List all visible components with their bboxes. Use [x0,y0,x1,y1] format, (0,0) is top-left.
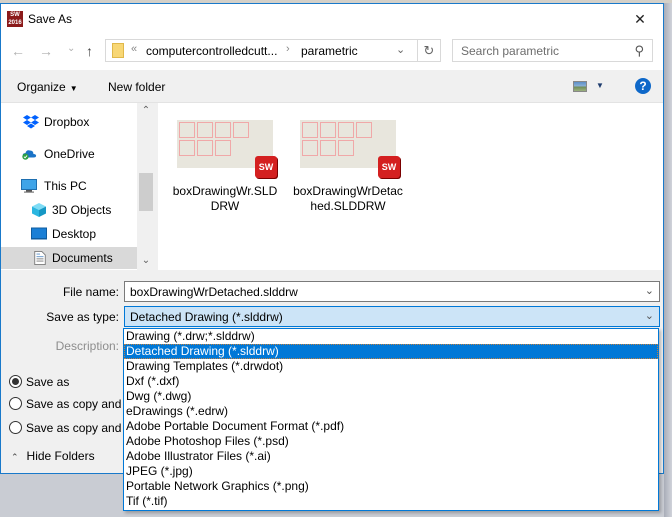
chevron-down-icon[interactable]: ⌄ [645,309,654,322]
folder-icon [112,43,124,58]
breadcrumb-segment[interactable]: parametric [301,44,358,58]
navigation-pane: Dropbox OneDrive This PC 3D Objects Desk… [1,103,155,270]
nav-item-label: Desktop [52,227,97,241]
search-input[interactable]: Search parametric ⚲ [452,39,653,62]
close-button[interactable]: ✕ [617,4,663,34]
solidworks-icon: SW [378,156,400,178]
dropdown-option[interactable]: Drawing Templates (*.drwdot) [124,359,658,374]
address-bar[interactable]: « computercontrolledcutt... › parametric… [105,39,441,62]
file-name-input[interactable]: boxDrawingWrDetached.slddrw ⌄ [124,281,660,302]
save-as-radio[interactable]: Save as [9,375,69,389]
nav-item-onedrive[interactable]: OneDrive [1,143,137,165]
radio-unchecked-icon [9,421,22,434]
organize-button[interactable]: Organize ▼ [17,80,78,94]
refresh-button[interactable]: ↻ [417,40,440,61]
dropdown-option[interactable]: Adobe Illustrator Files (*.ai) [124,449,658,464]
save-as-type-dropdown-list: Drawing (*.drw;*.slddrw) Detached Drawin… [123,328,659,511]
scroll-up-icon[interactable]: ⌃ [137,105,155,116]
file-name: boxDrawingWr.SLDDRW [172,184,278,213]
save-as-type-select[interactable]: Detached Drawing (*.slddrw) ⌄ [124,306,660,327]
chevron-down-icon: ⌄ [67,43,76,54]
up-button[interactable]: ↑ [86,44,93,58]
breadcrumb-separator-icon[interactable]: › [286,43,290,55]
navigation-pane-scrollbar[interactable]: ⌃ ⌄ [137,103,155,270]
help-icon[interactable]: ? [635,78,651,94]
breadcrumb-segment[interactable]: computercontrolledcutt... [146,44,277,58]
file-name: boxDrawingWrDetached.SLDDRW [293,184,403,213]
solidworks-2016-icon: SW 2016 [7,11,23,27]
view-options-caret-icon[interactable]: ▼ [596,81,604,90]
save-as-type-value: Detached Drawing (*.slddrw) [130,310,283,324]
nav-item-this-pc[interactable]: This PC [1,175,137,197]
window-shadow [664,3,672,517]
nav-item-3d-objects[interactable]: 3D Objects [1,199,137,221]
onedrive-icon [22,150,37,160]
desktop-icon [31,227,47,240]
documents-icon [34,251,46,265]
scrollbar-thumb[interactable] [139,173,153,211]
arrow-left-icon: ← [11,43,25,59]
solidworks-icon: SW [255,156,277,178]
caret-down-icon: ▼ [69,84,78,93]
breadcrumb-overflow-icon[interactable]: « [131,43,137,55]
dropdown-option[interactable]: JPEG (*.jpg) [124,464,658,479]
search-icon[interactable]: ⚲ [634,43,644,59]
hide-folders-button[interactable]: ⌃ Hide Folders [11,449,95,463]
dropdown-option[interactable]: Dwg (*.dwg) [124,389,658,404]
file-item[interactable]: SW boxDrawingWr.SLDDRW [170,120,280,214]
nav-item-desktop[interactable]: Desktop [1,223,137,245]
command-toolbar: Organize ▼ New folder ▼ ? [1,70,663,103]
drawing-thumbnail: SW [300,120,400,178]
close-icon: ✕ [634,10,646,27]
scroll-down-icon[interactable]: ⌄ [137,255,155,266]
file-name-label: File name: [62,285,119,299]
file-name-value: boxDrawingWrDetached.slddrw [130,285,298,299]
title-bar: SW 2016 Save As ✕ [1,4,663,34]
nav-item-label: 3D Objects [52,203,112,217]
dropbox-icon [23,115,39,129]
file-list: SW boxDrawingWr.SLDDRW SW boxDrawingWrDe… [158,103,663,270]
radio-label: Save as [26,375,70,389]
drawing-thumbnail: SW [177,120,277,178]
new-folder-button[interactable]: New folder [108,80,165,94]
dropdown-option[interactable]: Dxf (*.dxf) [124,374,658,389]
change-view-icon[interactable] [573,81,587,92]
back-button[interactable]: ← [11,44,25,58]
hide-folders-label: Hide Folders [26,449,95,463]
radio-checked-icon [9,375,22,388]
dropdown-option[interactable]: Tif (*.tif) [124,494,658,509]
nav-item-label: Dropbox [44,115,90,129]
this-pc-icon [21,179,37,193]
chevron-up-icon: ⌃ [11,452,19,462]
nav-item-label: OneDrive [44,147,95,161]
app-icon-text: 2016 [8,20,22,26]
dropdown-option[interactable]: Adobe Portable Document Format (*.pdf) [124,419,658,434]
window-title: Save As [28,12,73,26]
nav-item-documents[interactable]: Documents [1,247,137,269]
nav-item-dropbox[interactable]: Dropbox [1,111,137,133]
dropdown-option[interactable]: eDrawings (*.edrw) [124,404,658,419]
dropdown-option[interactable]: Adobe Photoshop Files (*.psd) [124,434,658,449]
dropdown-option[interactable]: Drawing (*.drw;*.slddrw) [124,329,658,344]
search-placeholder: Search parametric [461,44,560,58]
dropdown-option-selected[interactable]: Detached Drawing (*.slddrw) [124,344,658,359]
chevron-down-icon[interactable]: ⌄ [645,284,654,297]
3d-objects-icon [32,203,46,217]
nav-item-label: This PC [44,179,87,193]
nav-item-label: Documents [52,251,113,265]
file-item[interactable]: SW boxDrawingWrDetached.SLDDRW [293,120,403,214]
arrow-up-icon: ↑ [86,43,93,59]
radio-unchecked-icon [9,397,22,410]
save-as-type-label: Save as type: [46,310,119,324]
recent-locations-button[interactable]: ⌄ [67,42,75,56]
forward-button[interactable]: → [39,44,53,58]
organize-label: Organize [17,80,66,94]
address-dropdown-icon[interactable]: ⌄ [396,43,405,56]
description-label: Description: [55,339,119,353]
dropdown-option[interactable]: Portable Network Graphics (*.png) [124,479,658,494]
refresh-icon: ↻ [423,43,435,58]
navigation-bar: ← → ⌄ ↑ « computercontrolledcutt... › pa… [1,34,663,70]
arrow-right-icon: → [39,43,53,59]
